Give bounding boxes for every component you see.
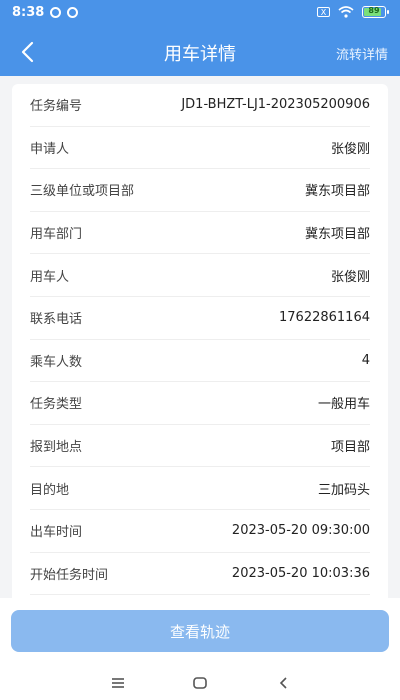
- detail-row: 申请人 张俊刚: [30, 127, 370, 170]
- detail-value: JD1-BHZT-LJ1-202305200906: [181, 97, 370, 113]
- detail-label: 任务编号: [30, 99, 83, 115]
- flow-details-link[interactable]: 流转详情: [336, 44, 388, 63]
- app-header: 8:38 X 89 用车详情 流转详情: [0, 0, 400, 76]
- notification-circle-icon: [50, 7, 61, 18]
- detail-label: 三级单位或项目部: [30, 184, 135, 200]
- detail-label: 开始任务时间: [30, 567, 109, 583]
- detail-value: 冀东项目部: [304, 184, 370, 200]
- view-track-button[interactable]: 查看轨迹: [11, 610, 389, 652]
- detail-label: 乘车人数: [30, 354, 83, 370]
- notification-icons: [50, 7, 78, 18]
- detail-value: 三加码头: [317, 482, 370, 498]
- detail-row: 任务编号 JD1-BHZT-LJ1-202305200906: [30, 84, 370, 127]
- detail-row: 报到地点 项目部: [30, 425, 370, 468]
- wifi-icon: [338, 6, 354, 18]
- detail-row: 乘车人数 4: [30, 340, 370, 383]
- menu-icon[interactable]: [110, 676, 126, 690]
- detail-row: 出车时间 2023-05-20 09:30:00: [30, 510, 370, 553]
- detail-value: 一般用车: [317, 397, 370, 413]
- detail-value: 2023-05-20 09:30:00: [231, 523, 370, 539]
- detail-value: 17622861164: [279, 310, 370, 326]
- detail-label: 报到地点: [30, 440, 83, 456]
- detail-row: 开始任务时间 2023-05-20 10:03:36: [30, 553, 370, 596]
- system-icons: X 89: [317, 6, 389, 18]
- sim-icon: X: [317, 7, 330, 17]
- nav-bar: 用车详情 流转详情: [0, 28, 400, 76]
- detail-label: 申请人: [30, 141, 70, 157]
- battery-level: 89: [368, 6, 380, 15]
- detail-value: 冀东项目部: [304, 227, 370, 243]
- detail-row: 三级单位或项目部 冀东项目部: [30, 169, 370, 212]
- detail-label: 出车时间: [30, 525, 83, 541]
- status-bar: 8:38 X 89: [0, 0, 400, 28]
- home-icon[interactable]: [192, 676, 208, 690]
- notification-circle-icon: [67, 7, 78, 18]
- detail-value: 项目部: [330, 440, 370, 456]
- detail-value: 2023-05-20 10:03:36: [231, 565, 370, 581]
- detail-value: 4: [361, 352, 370, 368]
- detail-label: 用车部门: [30, 227, 83, 243]
- system-nav-bar: [0, 666, 400, 700]
- detail-row: 用车人 张俊刚: [30, 254, 370, 297]
- detail-row: 用车部门 冀东项目部: [30, 212, 370, 255]
- detail-label: 任务类型: [30, 397, 83, 413]
- back-icon[interactable]: [276, 676, 292, 690]
- detail-card: 任务编号 JD1-BHZT-LJ1-202305200906 申请人 张俊刚 三…: [12, 84, 388, 624]
- detail-row: 任务类型 一般用车: [30, 382, 370, 425]
- sim-label: X: [320, 8, 327, 17]
- detail-label: 目的地: [30, 482, 70, 498]
- detail-label: 联系电话: [30, 312, 83, 328]
- detail-row: 联系电话 17622861164: [30, 297, 370, 340]
- detail-value: 张俊刚: [330, 269, 370, 285]
- battery-icon: 89: [362, 6, 389, 18]
- status-time: 8:38: [12, 5, 45, 20]
- battery-tip: [387, 10, 389, 14]
- detail-row: 目的地 三加码头: [30, 467, 370, 510]
- detail-value: 张俊刚: [330, 141, 370, 157]
- detail-label: 用车人: [30, 269, 70, 285]
- bottom-area: 查看轨迹: [0, 598, 400, 700]
